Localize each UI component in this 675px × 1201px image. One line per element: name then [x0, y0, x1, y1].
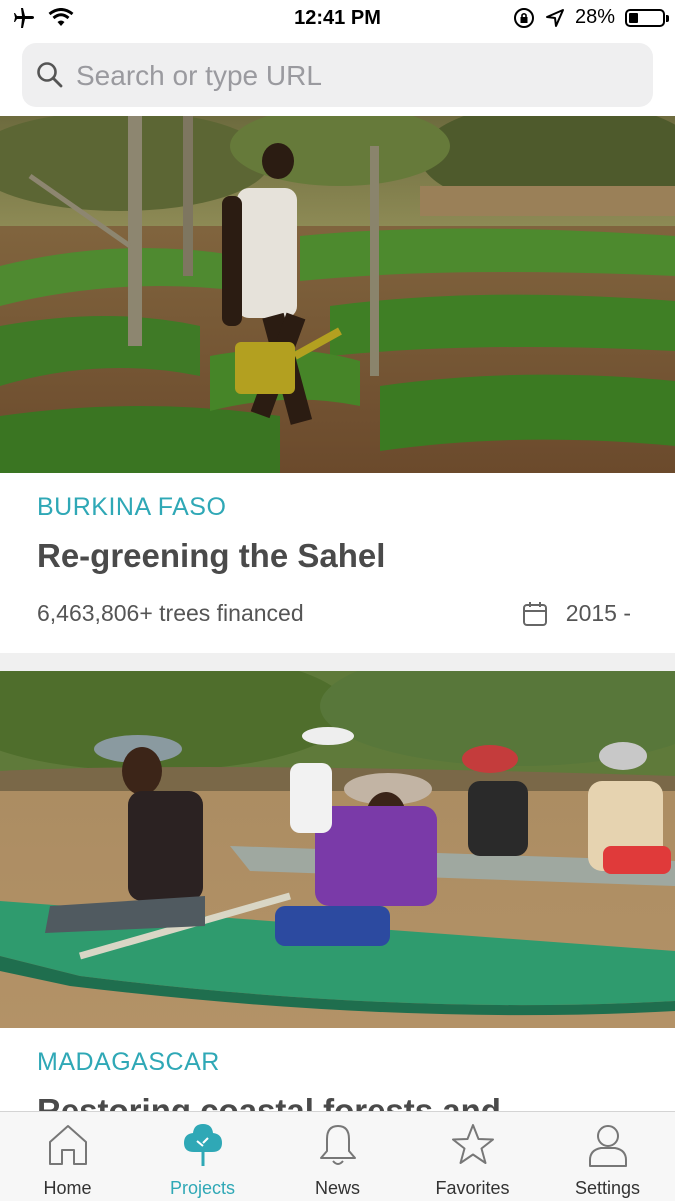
bell-icon: [319, 1125, 356, 1165]
tab-label: Projects: [169, 1178, 236, 1198]
project-title: Restoring coastal forests and: [37, 1092, 501, 1111]
search-bar[interactable]: [22, 43, 653, 107]
project-country: BURKINA FASO: [37, 493, 227, 521]
person-icon: [588, 1125, 627, 1167]
trees-financed: 6,463,806+ trees financed: [37, 600, 304, 626]
project-feed[interactable]: BURKINA FASO Re-greening the Sahel 6,463…: [0, 116, 675, 1111]
tab-home[interactable]: Home: [0, 1112, 135, 1201]
tab-favorites[interactable]: Favorites: [405, 1112, 540, 1201]
search-container: [0, 38, 675, 116]
tab-news[interactable]: News: [270, 1112, 405, 1201]
status-bar: 12:41 PM 28%: [0, 0, 675, 38]
project-card[interactable]: BURKINA FASO Re-greening the Sahel 6,463…: [0, 116, 675, 653]
project-title: Re-greening the Sahel: [37, 537, 386, 574]
tab-settings[interactable]: Settings: [540, 1112, 675, 1201]
tab-label: Settings: [574, 1178, 641, 1198]
tab-bar: Home Projects News Favorites Settings: [0, 1111, 675, 1201]
tree-icon: [183, 1124, 222, 1166]
tab-label: News: [314, 1178, 360, 1198]
search-icon: [37, 62, 63, 88]
battery-percent: 28%: [574, 6, 615, 28]
project-photo[interactable]: [0, 671, 675, 1028]
project-card[interactable]: MADAGASCAR Restoring coastal forests and: [0, 671, 675, 1111]
project-date: 2015 -: [522, 600, 631, 627]
tab-projects[interactable]: Projects: [135, 1112, 270, 1201]
home-icon: [48, 1125, 87, 1165]
tab-label: Home: [43, 1178, 92, 1198]
project-start-year: 2015 -: [565, 600, 631, 626]
project-country: MADAGASCAR: [37, 1048, 220, 1076]
status-right: 28%: [513, 6, 669, 29]
battery-icon: [625, 8, 669, 27]
location-icon: [545, 8, 564, 27]
project-photo[interactable]: [0, 116, 675, 473]
orientation-lock-icon: [513, 7, 534, 28]
calendar-icon: [522, 601, 547, 626]
tab-label: Favorites: [435, 1178, 510, 1198]
star-icon: [451, 1124, 494, 1164]
search-input[interactable]: [74, 53, 638, 99]
